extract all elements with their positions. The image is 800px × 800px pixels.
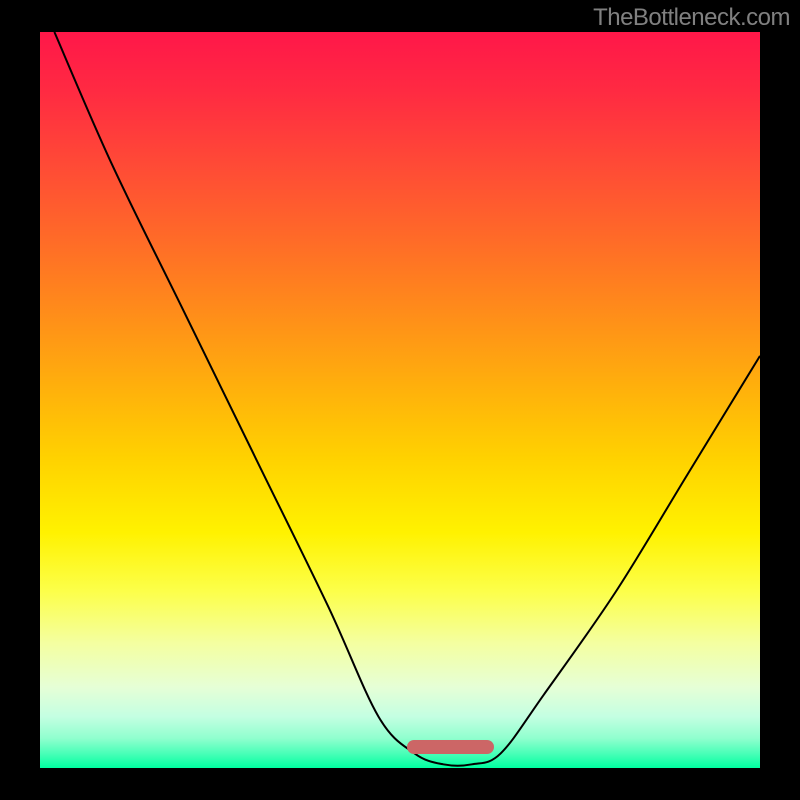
curve-layer (40, 32, 760, 768)
plot-area (40, 32, 760, 768)
bottleneck-curve (54, 32, 760, 766)
watermark-text: TheBottleneck.com (593, 4, 790, 32)
optimal-range-marker (407, 740, 493, 754)
